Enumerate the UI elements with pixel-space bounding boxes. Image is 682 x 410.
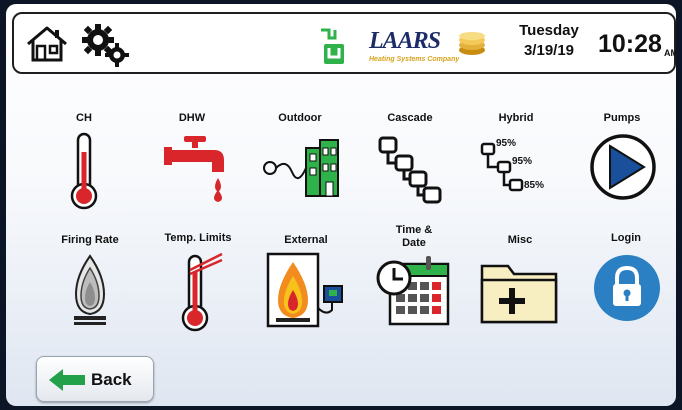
u-logo-icon bbox=[321, 28, 344, 64]
settings-gears-icon[interactable] bbox=[80, 22, 132, 68]
touch-screen: LAARS Heating Systems Company Tuesday 3/… bbox=[6, 4, 676, 406]
tile-label: Cascade bbox=[387, 112, 433, 124]
tile-label: Date bbox=[402, 237, 426, 249]
faucet-icon bbox=[164, 136, 224, 202]
calendar-clock-icon bbox=[376, 256, 450, 326]
ch-tile[interactable]: CH bbox=[32, 108, 136, 226]
pump-icon bbox=[590, 134, 656, 200]
current-date: 3/19/19 bbox=[523, 42, 575, 59]
home-icon[interactable] bbox=[24, 24, 70, 64]
brand-subtitle: Heating Systems Company bbox=[369, 56, 460, 63]
tile-label: Firing Rate bbox=[61, 234, 119, 246]
left-arrow-icon bbox=[49, 369, 85, 391]
outdoor-sensor-building-icon bbox=[263, 139, 339, 197]
tile-label: CH bbox=[76, 112, 92, 124]
top-bar: LAARS Heating Systems Company Tuesday 3/… bbox=[12, 12, 676, 74]
day-of-week: Tuesday bbox=[519, 22, 579, 39]
tile-label: Hybrid bbox=[498, 112, 534, 124]
tile-label: External bbox=[284, 234, 328, 246]
tile-label: Temp. Limits bbox=[164, 232, 232, 244]
temp-limits-tile[interactable]: Temp. Limits bbox=[146, 228, 250, 346]
tile-label: Login bbox=[611, 232, 641, 244]
cascade-tile[interactable]: Cascade bbox=[358, 108, 462, 226]
hybrid-percent: 85% bbox=[524, 180, 544, 191]
back-button-label: Back bbox=[91, 370, 132, 389]
outdoor-tile[interactable]: Outdoor bbox=[248, 108, 352, 226]
hybrid-percent: 95% bbox=[512, 156, 532, 167]
flame-outline-icon bbox=[74, 254, 106, 325]
firing-rate-tile[interactable]: Firing Rate bbox=[38, 228, 142, 346]
back-button[interactable]: Back bbox=[36, 356, 154, 402]
tile-label: Outdoor bbox=[278, 112, 322, 124]
tile-label: Time & bbox=[395, 224, 433, 236]
laars-logo: LAARS Heating Systems Company bbox=[369, 28, 499, 66]
hybrid-tile[interactable]: Hybrid 95% 95% 85% bbox=[464, 108, 568, 226]
tile-label: Pumps bbox=[603, 112, 641, 124]
hybrid-cascade-icon: 95% 95% 85% bbox=[480, 138, 544, 192]
thermometer-limit-icon bbox=[181, 252, 223, 332]
external-tile[interactable]: External bbox=[254, 228, 358, 346]
folder-plus-icon bbox=[480, 264, 558, 324]
brand-name: LAARS bbox=[369, 28, 441, 54]
tile-label: Misc bbox=[507, 234, 533, 246]
time-date-tile[interactable]: Time & Date bbox=[362, 222, 466, 340]
current-time: 10:28 bbox=[598, 30, 662, 58]
dhw-tile[interactable]: DHW bbox=[140, 108, 244, 226]
login-tile[interactable]: Login bbox=[574, 228, 676, 346]
hybrid-percent: 95% bbox=[496, 138, 516, 149]
lock-icon bbox=[594, 255, 660, 321]
cascade-icon bbox=[378, 136, 442, 204]
tile-label: DHW bbox=[178, 112, 206, 124]
coin-stack-icon bbox=[459, 32, 485, 55]
external-control-icon bbox=[266, 252, 343, 328]
thermometer-icon bbox=[70, 132, 98, 210]
misc-tile[interactable]: Misc bbox=[468, 228, 572, 346]
pumps-tile[interactable]: Pumps bbox=[570, 108, 674, 226]
am-pm-indicator: AM bbox=[664, 48, 676, 58]
